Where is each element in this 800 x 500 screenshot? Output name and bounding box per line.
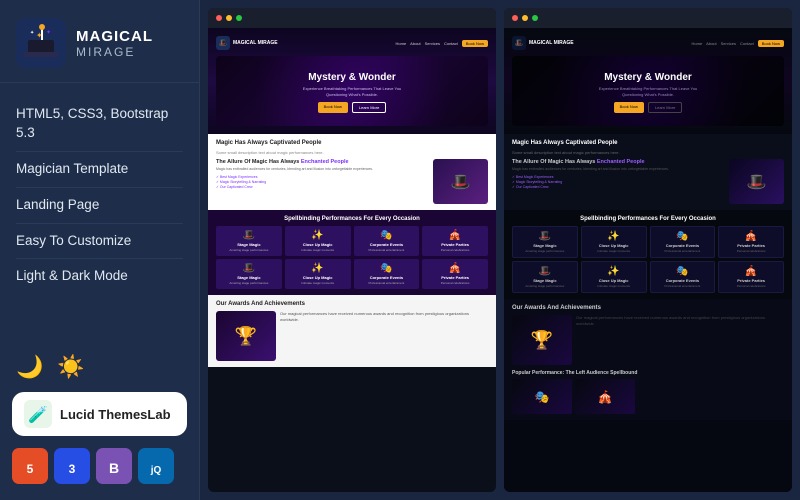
logo-sub: MIRAGE xyxy=(76,45,153,59)
preview-panel-dark: 🎩 MAGICAL MIRAGE Home About Services Con… xyxy=(504,8,792,492)
dot-yellow-2 xyxy=(522,15,528,21)
svg-text:✦: ✦ xyxy=(46,29,51,36)
css3-badge: 3 xyxy=(54,448,90,484)
feature-item-5: Light & Dark Mode xyxy=(16,259,183,294)
logo-icon: ✦ ✦ ✦ xyxy=(16,18,66,68)
svg-text:🧪: 🧪 xyxy=(28,406,48,424)
tech-badges: 5 3 B jQ xyxy=(0,448,199,500)
feature-item-1: HTML5, CSS3, Bootstrap 5.3 xyxy=(16,97,183,152)
sidebar: ✦ ✦ ✦ MAGICAL MIRAGE HTML5, CSS3, Bootst… xyxy=(0,0,200,500)
svg-text:3: 3 xyxy=(69,462,76,476)
dot-green-1 xyxy=(236,15,242,21)
dot-red-1 xyxy=(216,15,222,21)
dark-mode-icon[interactable]: 🌙 xyxy=(16,354,43,380)
dot-green-2 xyxy=(532,15,538,21)
section1-title-2: Magic Has Always Captivated People xyxy=(512,140,784,146)
hero-title-2: Mystery & Wonder xyxy=(520,72,776,83)
hero-title-1: Mystery & Wonder xyxy=(224,72,480,83)
feature-list: HTML5, CSS3, Bootstrap 5.3 Magician Temp… xyxy=(0,83,199,344)
mode-icons: 🌙 ☀️ xyxy=(0,344,199,392)
bootstrap-badge: B xyxy=(96,448,132,484)
html5-badge: 5 xyxy=(12,448,48,484)
dot-yellow-1 xyxy=(226,15,232,21)
logo-area: ✦ ✦ ✦ MAGICAL MIRAGE xyxy=(0,0,199,83)
logo-name: MAGICAL xyxy=(76,28,153,45)
feature-item-4: Easy To Customize xyxy=(16,224,183,260)
awards-title-2: Our Awards And Achievements xyxy=(512,305,784,311)
brand-badge[interactable]: 🧪 Lucid ThemesLab xyxy=(12,392,187,436)
preview-panel-light: 🎩 MAGICAL MIRAGE Home About Services Con… xyxy=(208,8,496,492)
feature-item-3: Landing Page xyxy=(16,188,183,224)
preview-content-2: 🎩 MAGICAL MIRAGE Home About Services Con… xyxy=(504,28,792,492)
light-mode-icon[interactable]: ☀️ xyxy=(57,354,84,380)
services-title-2: Spellbinding Performances For Every Occa… xyxy=(512,216,784,222)
hero-subtitle-2: Experience Breathtaking Performances Tha… xyxy=(588,86,708,97)
svg-text:5: 5 xyxy=(27,462,34,476)
brand-icon: 🧪 xyxy=(24,400,52,428)
svg-text:jQ: jQ xyxy=(150,465,162,476)
brand-name: Lucid ThemesLab xyxy=(60,407,171,422)
feature-item-2: Magician Template xyxy=(16,152,183,188)
preview-content-1: 🎩 MAGICAL MIRAGE Home About Services Con… xyxy=(208,28,496,492)
svg-text:✦: ✦ xyxy=(30,30,34,36)
browser-bar-1 xyxy=(208,8,496,28)
browser-bar-2 xyxy=(504,8,792,28)
section1-title-1: Magic Has Always Captivated People xyxy=(216,140,488,146)
services-title-1: Spellbinding Performances For Every Occa… xyxy=(216,216,488,222)
jquery-badge: jQ xyxy=(138,448,174,484)
svg-text:B: B xyxy=(109,460,119,476)
logo-text: MAGICAL MIRAGE xyxy=(76,28,153,59)
dot-red-2 xyxy=(512,15,518,21)
awards-title-1: Our Awards And Achievements xyxy=(216,301,488,307)
popular-title-2: Popular Performance: The Left Audience S… xyxy=(512,370,784,376)
main-content: 🎩 MAGICAL MIRAGE Home About Services Con… xyxy=(200,0,800,500)
hero-subtitle-1: Experience Breathtaking Performances Tha… xyxy=(292,86,412,97)
